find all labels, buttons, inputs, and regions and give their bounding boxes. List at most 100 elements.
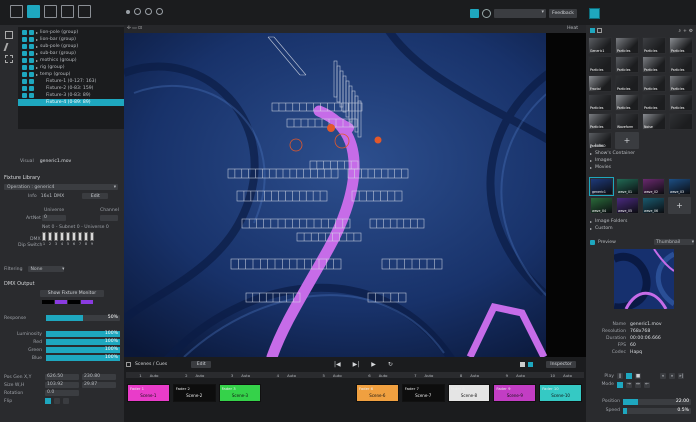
- dip-switch[interactable]: 7: [78, 232, 82, 246]
- media-thumbnail[interactable]: Particles: [588, 56, 612, 73]
- pen-tool-icon[interactable]: [3, 43, 15, 51]
- feedback-button[interactable]: Feedback: [549, 9, 577, 18]
- media-folder[interactable]: ▸ Intro: [590, 143, 694, 150]
- stop-icon[interactable]: [520, 362, 525, 367]
- slot-header[interactable]: 1 Auto: [126, 372, 172, 378]
- inspector-button[interactable]: Inspector: [546, 361, 576, 368]
- scenes-tab-icon[interactable]: [126, 362, 131, 367]
- panel-toggle-icon[interactable]: [589, 8, 600, 19]
- level-slider[interactable]: 100%: [46, 331, 120, 337]
- slot-header[interactable]: 2 Auto: [172, 372, 218, 378]
- record-icon[interactable]: [528, 362, 533, 367]
- movie-thumbnail[interactable]: wave_05: [616, 197, 639, 214]
- tree-row[interactable]: ▸ lion-bar (group): [18, 36, 124, 43]
- pos-x-input[interactable]: 626.50: [45, 374, 79, 380]
- slot-header[interactable]: 7 Auto: [401, 372, 447, 378]
- stage-viewport[interactable]: [124, 33, 586, 357]
- dip-switch[interactable]: 6: [72, 232, 76, 246]
- slot-header[interactable]: 5 Auto: [309, 372, 355, 378]
- media-thumbnail[interactable]: Noise: [642, 113, 666, 130]
- tree-row[interactable]: Fixture-2 (0-83: 159): [18, 85, 124, 92]
- lock-toggle-icon[interactable]: [29, 72, 34, 77]
- movie-thumbnail[interactable]: wave_01: [616, 178, 639, 195]
- viewport-tools-icon[interactable]: ✣ ▭ ⊡: [127, 26, 142, 31]
- list-view-icon[interactable]: [597, 28, 602, 33]
- media-thumbnail[interactable]: Particles: [642, 37, 666, 54]
- preview-toggle-icon[interactable]: [590, 239, 595, 245]
- visibility-toggle-icon[interactable]: [22, 93, 27, 98]
- expand-arrow-icon[interactable]: ▸: [36, 37, 38, 42]
- media-thumbnail[interactable]: Particles: [642, 56, 666, 73]
- screen-icon[interactable]: [44, 5, 57, 18]
- loop-mode-icon[interactable]: [617, 381, 623, 388]
- slot-header[interactable]: 10 Auto: [538, 372, 584, 378]
- prev-icon[interactable]: |◀: [334, 361, 341, 368]
- channel-input[interactable]: [100, 215, 118, 221]
- pos-y-input[interactable]: 230.80: [82, 374, 116, 380]
- lock-toggle-icon[interactable]: [29, 44, 34, 49]
- lock-toggle-icon[interactable]: [29, 79, 34, 84]
- slot-header[interactable]: 3 Auto: [218, 372, 264, 378]
- add-icon[interactable]: +: [683, 29, 687, 34]
- media-thumbnail[interactable]: Waveform: [615, 113, 639, 130]
- expand-arrow-icon[interactable]: ▸: [36, 44, 38, 49]
- preview-mode-dropdown[interactable]: Thumbnail ▾: [654, 239, 694, 245]
- media-thumbnail[interactable]: Particles: [669, 75, 693, 92]
- level-slider[interactable]: 100%: [46, 355, 120, 361]
- dip-switch[interactable]: 8: [84, 232, 88, 246]
- media-thumbnail[interactable]: Particles: [588, 113, 612, 130]
- play-icon[interactable]: ▶: [371, 361, 376, 368]
- tree-row[interactable]: ▸ sub-pole (group): [18, 43, 124, 50]
- settings-icon[interactable]: ⚙: [689, 29, 693, 34]
- output-dropdown[interactable]: ▾: [494, 9, 546, 18]
- scene-cue[interactable]: Fader 10 Scene-10: [539, 384, 582, 402]
- circle-one-icon[interactable]: [134, 8, 141, 15]
- scenes-edit-button[interactable]: Edit: [191, 361, 212, 368]
- tree-row[interactable]: Fixture-3 (0-83: 89): [18, 92, 124, 99]
- movie-thumbnail[interactable]: wave_03: [668, 178, 691, 195]
- media-thumbnail[interactable]: [669, 113, 693, 130]
- visibility-toggle-icon[interactable]: [22, 86, 27, 91]
- lock-toggle-icon[interactable]: [29, 100, 34, 105]
- forward-icon[interactable]: »: [669, 373, 675, 379]
- artnet-input[interactable]: 0: [42, 215, 66, 221]
- movie-thumbnail[interactable]: generic1: [589, 177, 614, 196]
- expand-arrow-icon[interactable]: ▸: [36, 58, 38, 63]
- scene-cue[interactable]: Fader 2 Scene-2: [172, 384, 216, 402]
- speed-slider[interactable]: 0.5%: [623, 407, 691, 414]
- dot-icon[interactable]: [126, 9, 130, 14]
- scenes-tab-label[interactable]: Scenes / Cues: [135, 362, 167, 367]
- slot-header[interactable]: 9 Auto: [492, 372, 538, 378]
- media-folder[interactable]: ▸ Show's Container: [590, 150, 694, 157]
- media-thumbnail[interactable]: Particles: [615, 56, 639, 73]
- eye-icon[interactable]: [482, 9, 491, 18]
- scene-cue[interactable]: Fader 6 Scene-6: [356, 384, 399, 402]
- scene-cue[interactable]: Fader 7 Scene-7: [401, 384, 445, 402]
- visibility-toggle-icon[interactable]: [22, 37, 27, 42]
- scene-cue[interactable]: Fader 8 Scene-8: [447, 384, 491, 402]
- expand-arrow-icon[interactable]: ▸: [36, 65, 38, 70]
- lock-toggle-icon[interactable]: [29, 86, 34, 91]
- fixture-type-dropdown[interactable]: Operation : generic4 ▾: [4, 184, 118, 190]
- media-thumbnail[interactable]: Particles: [669, 56, 693, 73]
- tree-row[interactable]: ▸ temp (group): [18, 71, 124, 78]
- visibility-toggle-icon[interactable]: [22, 51, 27, 56]
- tree-row[interactable]: ▸ lion-pole (group): [18, 29, 124, 36]
- visibility-toggle-icon[interactable]: [22, 65, 27, 70]
- flip-horizontal-icon[interactable]: [45, 398, 51, 404]
- movie-thumbnail[interactable]: wave_04: [590, 197, 613, 214]
- movie-thumbnail[interactable]: wave_02: [642, 178, 665, 195]
- visibility-toggle-icon[interactable]: [22, 44, 27, 49]
- stop-icon[interactable]: ■: [635, 373, 641, 379]
- tree-row[interactable]: ▸ mothics (group): [18, 57, 124, 64]
- size-h-input[interactable]: 29.87: [82, 382, 116, 388]
- visibility-toggle-icon[interactable]: [22, 58, 27, 63]
- select-tool-icon[interactable]: [5, 31, 13, 39]
- dip-switch[interactable]: 2: [48, 232, 52, 246]
- scene-cue[interactable]: Fader 9 Scene-9: [493, 384, 537, 402]
- media-folder[interactable]: ▸ Image Folders: [590, 218, 694, 225]
- expand-arrow-icon[interactable]: ▸: [36, 51, 38, 56]
- tree-row[interactable]: Fixture-1 (0-127: 163): [18, 78, 124, 85]
- filtering-dropdown[interactable]: None ▾: [28, 266, 65, 272]
- flip-vertical-icon[interactable]: [54, 398, 60, 404]
